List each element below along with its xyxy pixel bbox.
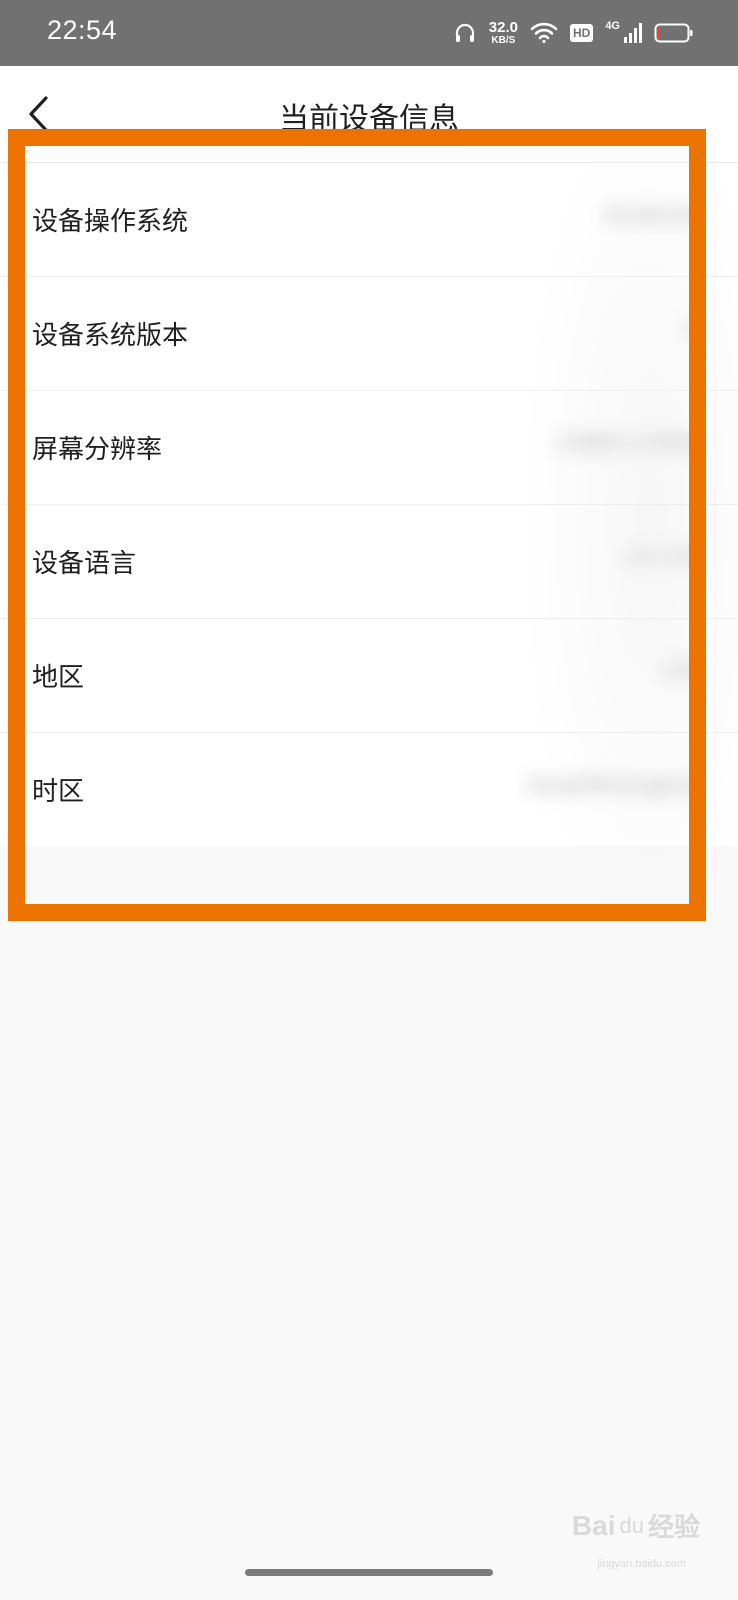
row-label: 时区 [32,777,85,807]
row-screen-resolution[interactable]: 屏幕分辨率 1080×2400 [0,391,738,505]
row-value: Android [605,201,698,229]
row-value: zh-CN [626,543,698,571]
device-info-list: 设备操作系统 Android 设备系统版本 1 屏幕分辨率 1080×2400 … [0,163,738,846]
wifi-icon [530,22,558,44]
net-speed-unit: KB/S [491,35,516,46]
signal-icon [624,23,642,43]
row-label: 设备语言 [32,549,137,579]
row-value: 1080×2400 [555,429,698,457]
battery-icon [654,22,694,44]
watermark-url: jingyan.baidu.com [597,1558,686,1570]
headphones-icon [453,21,477,45]
hd-badge: HD [569,24,594,42]
row-device-os[interactable]: 设备操作系统 Android [0,163,738,277]
status-bar: 22:54 32.0 KB/S HD 4G [0,0,738,66]
row-label: 设备操作系统 [32,207,189,237]
status-time: 22:54 [47,15,118,45]
app-header: 当前设备信息 [0,66,738,163]
watermark-brand: Bai [571,1509,616,1541]
row-timezone[interactable]: 时区 Asia/Shanghai [0,733,738,846]
watermark-cn: 经验 [647,1512,700,1542]
row-value: CN [663,657,698,685]
battery-level-fill [658,27,660,39]
paw-icon: du [619,1512,644,1538]
page-title: 当前设备信息 [279,102,459,137]
home-indicator[interactable] [245,1569,493,1576]
row-region[interactable]: 地区 CN [0,619,738,733]
status-icons: 32.0 KB/S HD 4G [453,18,694,48]
net-speed-value: 32.0 [488,19,518,36]
row-value: 1 [682,315,698,343]
watermark-logo: Bai du 经验 [572,1507,700,1544]
row-label: 地区 [32,663,85,693]
row-label: 设备系统版本 [32,321,189,351]
row-value: Asia/Shanghai [527,771,698,799]
row-device-language[interactable]: 设备语言 zh-CN [0,505,738,619]
net-speed: 32.0 KB/S [489,20,518,46]
row-os-version[interactable]: 设备系统版本 1 [0,277,738,391]
network-type: 4G [605,20,620,32]
row-label: 屏幕分辨率 [32,435,163,465]
